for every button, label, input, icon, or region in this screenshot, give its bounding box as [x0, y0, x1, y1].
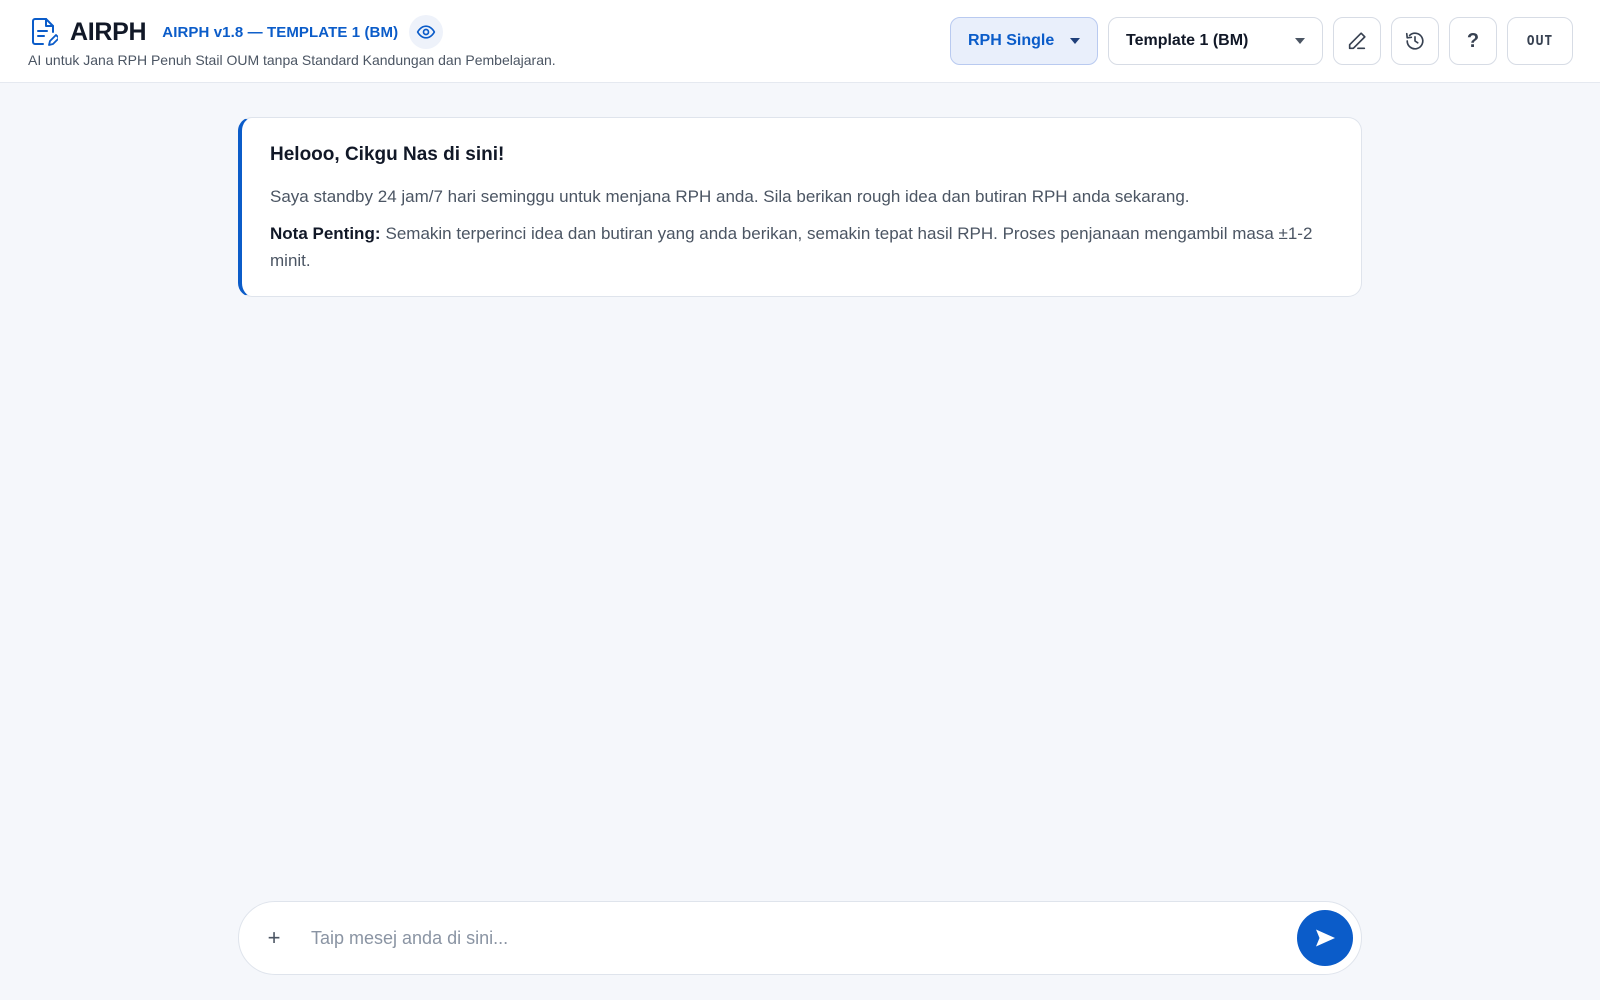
welcome-text: Saya standby 24 jam/7 hari seminggu untu…	[270, 187, 1190, 206]
logout-button[interactable]: OUT	[1507, 17, 1573, 65]
history-button[interactable]	[1391, 17, 1439, 65]
mode-select-value: RPH Single	[968, 32, 1055, 49]
edit-button[interactable]	[1333, 17, 1381, 65]
header-controls: RPH Single Template 1 (BM) ? OUT	[950, 17, 1573, 65]
brand-row: AIRPH AIRPH v1.8 — TEMPLATE 1 (BM)	[28, 14, 444, 50]
mode-select[interactable]: RPH Single	[950, 17, 1098, 65]
chevron-down-icon	[1295, 38, 1305, 44]
app-name: AIRPH	[70, 17, 147, 46]
send-button[interactable]	[1297, 910, 1353, 966]
attach-button[interactable]: +	[259, 923, 289, 953]
message-composer: +	[238, 901, 1362, 975]
send-icon	[1313, 926, 1337, 950]
template-select-value: Template 1 (BM)	[1126, 32, 1249, 49]
welcome-message-card: Helooo, Cikgu Nas di sini! Saya standby …	[238, 117, 1362, 297]
pencil-icon	[1346, 30, 1368, 52]
note-label: Nota Penting:	[270, 224, 381, 243]
preview-button[interactable]	[409, 15, 444, 49]
help-button[interactable]: ?	[1449, 17, 1497, 65]
chevron-down-icon	[1070, 38, 1080, 44]
document-edit-icon	[28, 16, 58, 48]
version-label: AIRPH v1.8 — TEMPLATE 1 (BM)	[162, 23, 399, 41]
app-header: AIRPH AIRPH v1.8 — TEMPLATE 1 (BM) AI un…	[0, 0, 1600, 83]
template-select[interactable]: Template 1 (BM)	[1108, 17, 1323, 65]
tagline: AI untuk Jana RPH Penuh Stail OUM tanpa …	[28, 52, 556, 68]
history-icon	[1404, 30, 1426, 52]
greeting-heading: Helooo, Cikgu Nas di sini!	[270, 144, 505, 165]
note-text: Semakin terperinci idea dan butiran yang…	[270, 224, 1313, 270]
eye-icon	[416, 22, 436, 42]
important-note: Nota Penting: Semakin terperinci idea dan…	[270, 220, 1333, 274]
help-icon: ?	[1466, 29, 1480, 52]
message-input[interactable]	[311, 918, 1297, 958]
